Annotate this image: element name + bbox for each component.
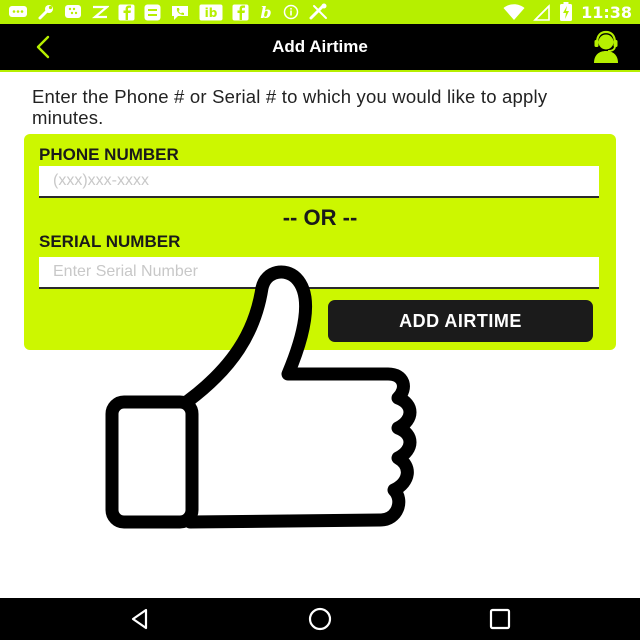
instructions-text: Enter the Phone # or Serial # to which y… xyxy=(32,86,548,128)
svg-text:ib: ib xyxy=(205,6,218,20)
info-icon xyxy=(283,4,299,20)
app-bar: Add Airtime xyxy=(0,24,640,72)
customer-support-button[interactable] xyxy=(588,30,624,64)
wifi-icon xyxy=(503,3,525,20)
nav-recents-button[interactable] xyxy=(488,607,512,631)
customer-support-icon xyxy=(594,30,618,63)
no-signal-icon xyxy=(533,3,550,21)
clock: 11:38 xyxy=(581,2,632,22)
home-circle-icon xyxy=(308,607,332,631)
wrench-icon xyxy=(38,5,53,20)
phone-chat-icon xyxy=(172,5,188,20)
recents-square-icon xyxy=(489,608,511,630)
notification-icons: ib b xyxy=(0,3,330,21)
zedge-icon xyxy=(91,5,109,19)
serial-number-label: SERIAL NUMBER xyxy=(39,232,181,251)
back-triangle-icon xyxy=(131,608,148,630)
battery-charging-icon xyxy=(560,2,573,21)
add-airtime-form: PHONE NUMBER -- OR -- SERIAL NUMBER ADD … xyxy=(24,134,616,350)
add-airtime-button[interactable]: ADD AIRTIME xyxy=(328,300,593,342)
message-icon xyxy=(9,6,27,17)
facebook-icon xyxy=(232,4,249,20)
svg-text:b: b xyxy=(260,4,271,21)
tools-icon xyxy=(309,3,327,20)
blackberry-icon xyxy=(65,5,81,18)
serial-number-input[interactable] xyxy=(39,257,599,289)
or-divider: -- OR -- xyxy=(282,205,358,230)
nav-home-button[interactable] xyxy=(308,607,332,631)
status-bar: ib b 11:38 xyxy=(0,0,640,24)
phone-number-input[interactable] xyxy=(39,166,599,198)
system-status: 11:38 xyxy=(503,0,632,24)
phone-number-label: PHONE NUMBER xyxy=(39,145,179,164)
navigation-bar xyxy=(0,598,640,640)
equals-app-icon xyxy=(144,4,161,20)
page-title: Add Airtime xyxy=(272,37,368,56)
b-app-icon: b xyxy=(260,4,271,21)
ib-icon: ib xyxy=(199,4,223,20)
nav-back-button[interactable] xyxy=(128,607,152,631)
facebook-icon xyxy=(118,4,135,20)
